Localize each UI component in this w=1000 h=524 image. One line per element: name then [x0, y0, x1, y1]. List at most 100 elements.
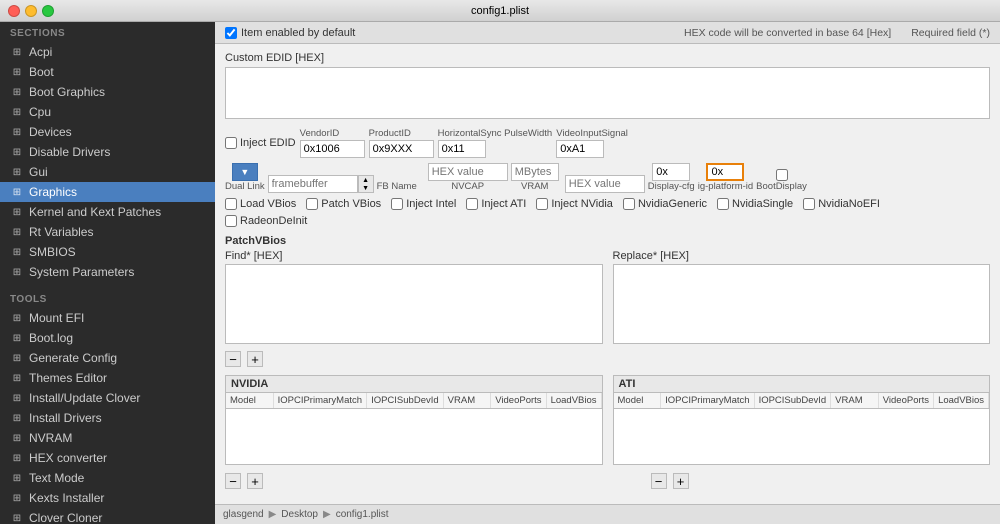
display-cfg-group: Display-cfg [648, 163, 695, 193]
enabled-by-default-item: Item enabled by default [225, 27, 355, 39]
load-vbios-checkbox[interactable] [225, 198, 237, 210]
ig-platform-input[interactable] [706, 163, 744, 181]
fb-name-input[interactable] [268, 175, 358, 193]
custom-edid-input[interactable] [225, 67, 990, 119]
nvidia-remove-btn[interactable]: − [225, 473, 241, 489]
fb-name-stepper[interactable]: ▲ ▼ [358, 175, 374, 193]
inject-ati-label: Inject ATI [481, 198, 526, 210]
sidebar-item-text-mode[interactable]: ⊞ Text Mode [0, 468, 215, 488]
grid-icon: ⊞ [10, 471, 24, 485]
vendor-id-input[interactable] [300, 140, 365, 158]
sidebar-item-themes-editor[interactable]: ⊞ Themes Editor [0, 368, 215, 388]
patch-vbios-checkbox[interactable] [306, 198, 318, 210]
nvcap-input[interactable] [428, 163, 508, 181]
dual-link-group: ▼ Dual Link [225, 163, 265, 193]
product-id-input[interactable] [369, 140, 434, 158]
nvidia-col-model: Model [226, 393, 274, 408]
horiz-sync-input[interactable] [438, 140, 486, 158]
nvidia-generic-checkbox[interactable] [623, 198, 635, 210]
statusbar: glasgend ▶ Desktop ▶ config1.plist [215, 504, 1000, 524]
checkbox-row-2: RadeonDeInit [225, 215, 990, 227]
ati-title: ATI [614, 376, 990, 393]
close-button[interactable] [8, 5, 20, 17]
sidebar-item-boot[interactable]: ⊞ Boot [0, 62, 215, 82]
sidebar-item-devices[interactable]: ⊞ Devices [0, 122, 215, 142]
inject-edid-label: Inject EDID [240, 137, 296, 149]
nvidia-no-efi-checkbox[interactable] [803, 198, 815, 210]
grid-icon: ⊞ [10, 491, 24, 505]
sidebar-item-nvram[interactable]: ⊞ NVRAM [0, 428, 215, 448]
patch-remove-btn[interactable]: − [225, 351, 241, 367]
video-input-label: VideoInputSignal [556, 128, 628, 139]
content-area: Item enabled by default HEX code will be… [215, 22, 1000, 524]
video-input-field[interactable] [556, 140, 604, 158]
inject-nvidia-checkbox[interactable] [536, 198, 548, 210]
inject-edid-checkbox[interactable] [225, 137, 237, 149]
ati-col-vram: VRAM [831, 393, 879, 408]
inject-ati-checkbox[interactable] [466, 198, 478, 210]
radeon-deinit-checkbox[interactable] [225, 215, 237, 227]
enabled-by-default-checkbox[interactable] [225, 27, 237, 39]
sidebar-item-install-update-clover[interactable]: ⊞ Install/Update Clover [0, 388, 215, 408]
inject-intel-checkbox[interactable] [391, 198, 403, 210]
vram-input[interactable] [511, 163, 559, 181]
replace-textarea[interactable] [613, 264, 991, 344]
boot-display-checkbox[interactable] [776, 169, 788, 181]
sidebar-item-gui[interactable]: ⊞ Gui [0, 162, 215, 182]
sidebar-item-mount-efi[interactable]: ⊞ Mount EFI [0, 308, 215, 328]
nvidia-table-body [226, 409, 602, 464]
fb-stepper-up[interactable]: ▲ [359, 176, 373, 184]
sidebar-item-boot-graphics[interactable]: ⊞ Boot Graphics [0, 82, 215, 102]
sidebar-item-system-parameters[interactable]: ⊞ System Parameters [0, 262, 215, 282]
sidebar-item-cpu[interactable]: ⊞ Cpu [0, 102, 215, 122]
patch-add-btn[interactable]: + [247, 351, 263, 367]
nvidia-single-label: NvidiaSingle [732, 198, 793, 210]
sidebar-item-graphics[interactable]: ⊞ Graphics [0, 182, 215, 202]
inject-intel-item: Inject Intel [391, 198, 456, 210]
ati-table-header: Model IOPCIPrimaryMatch IOPCISubDevId VR… [614, 393, 990, 409]
grid-icon: ⊞ [10, 311, 24, 325]
status-path2: Desktop [281, 509, 318, 520]
sidebar-item-disable-drivers[interactable]: ⊞ Disable Drivers [0, 142, 215, 162]
sidebar-item-kernel-kext[interactable]: ⊞ Kernel and Kext Patches [0, 202, 215, 222]
content-header: Item enabled by default HEX code will be… [215, 22, 1000, 44]
sidebar-item-kexts-installer[interactable]: ⊞ Kexts Installer [0, 488, 215, 508]
minimize-button[interactable] [25, 5, 37, 17]
inject-nvidia-label: Inject NVidia [551, 198, 613, 210]
patch-columns: Find* [HEX] Replace* [HEX] [225, 250, 990, 347]
patch-vbios-item: Patch VBios [306, 198, 381, 210]
sidebar-item-acpi[interactable]: ⊞ Acpi [0, 42, 215, 62]
sidebar-item-rt-variables[interactable]: ⊞ Rt Variables [0, 222, 215, 242]
sidebar-item-clover-cloner[interactable]: ⊞ Clover Cloner [0, 508, 215, 524]
sidebar-item-install-drivers[interactable]: ⊞ Install Drivers [0, 408, 215, 428]
vendor-id-group: VendorID [300, 128, 365, 158]
ati-table-body [614, 409, 990, 464]
find-label: Find* [HEX] [225, 250, 603, 262]
ati-add-btn[interactable]: + [673, 473, 689, 489]
maximize-button[interactable] [42, 5, 54, 17]
boot-display-group: BootDisplay [756, 169, 807, 193]
display-cfg-input[interactable] [652, 163, 690, 181]
nvidia-add-btn[interactable]: + [247, 473, 263, 489]
load-vbios-label: Load VBios [240, 198, 296, 210]
grid-icon: ⊞ [10, 351, 24, 365]
find-col: Find* [HEX] [225, 250, 603, 347]
sidebar-item-hex-converter[interactable]: ⊞ HEX converter [0, 448, 215, 468]
dual-link-select[interactable]: ▼ [232, 163, 258, 181]
vram-hex-group [565, 175, 645, 193]
sidebar-item-boot-log[interactable]: ⊞ Boot.log [0, 328, 215, 348]
boot-display-label: BootDisplay [756, 181, 807, 192]
ati-remove-btn[interactable]: − [651, 473, 667, 489]
ig-platform-group: ig-platform-id [698, 163, 753, 193]
sidebar-item-smbios[interactable]: ⊞ SMBIOS [0, 242, 215, 262]
ati-add-remove: − + [651, 473, 689, 489]
vram-hex-input[interactable] [565, 175, 645, 193]
sidebar-item-generate-config[interactable]: ⊞ Generate Config [0, 348, 215, 368]
fb-stepper-down[interactable]: ▼ [359, 184, 373, 192]
vendor-id-label: VendorID [300, 128, 340, 139]
find-textarea[interactable] [225, 264, 603, 344]
tools-header: TOOLS [0, 288, 215, 308]
checkbox-row-1: Load VBios Patch VBios Inject Intel Inje… [225, 198, 990, 210]
grid-icon: ⊞ [10, 371, 24, 385]
nvidia-single-checkbox[interactable] [717, 198, 729, 210]
